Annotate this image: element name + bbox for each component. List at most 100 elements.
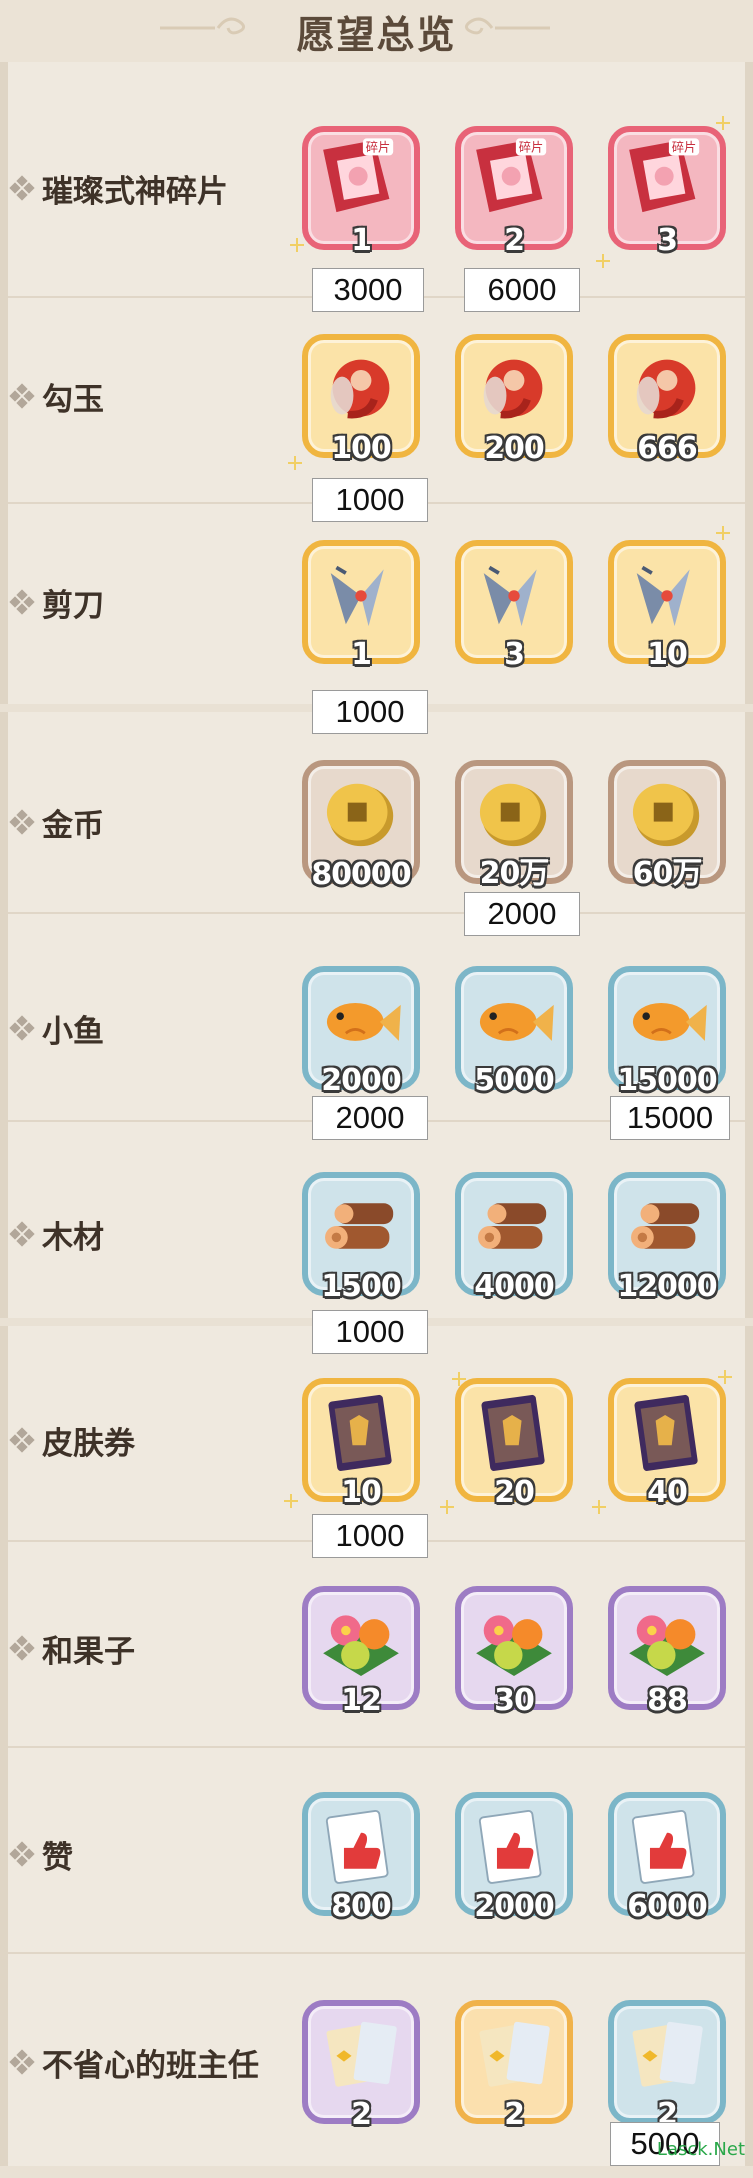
wish-option-tile[interactable]: 40 xyxy=(608,1378,726,1510)
shard-card-icon: 碎片 xyxy=(323,138,394,213)
diamond-bullet-icon xyxy=(9,1221,35,1247)
wish-option-tile[interactable]: 2000 xyxy=(455,1792,573,1924)
like-card-icon xyxy=(325,1809,389,1884)
scissors-icon xyxy=(636,565,690,627)
wish-option-tile[interactable]: 60万 xyxy=(608,760,726,891)
magatama-icon xyxy=(483,359,543,419)
wood-icon xyxy=(325,1203,394,1249)
tile-count: 12000 xyxy=(617,1269,717,1304)
shard-card-icon: 碎片 xyxy=(476,138,547,213)
tile-count: 6000 xyxy=(627,1889,708,1924)
note-box: 1000 xyxy=(312,690,428,734)
wish-option-tile[interactable]: 碎片 2 xyxy=(455,126,573,258)
wish-row: 剪刀 1 3 10 xyxy=(0,502,753,718)
wish-option-tile[interactable]: 10 xyxy=(302,1378,420,1510)
like-card-icon xyxy=(478,1809,542,1884)
wish-option-tile[interactable]: 20万 xyxy=(455,760,573,891)
wish-option-tile[interactable]: 12000 xyxy=(608,1172,726,1304)
wish-option-tile[interactable]: 6000 xyxy=(608,1792,726,1924)
tile-count: 666 xyxy=(637,431,698,466)
note-box: 3000 xyxy=(312,268,424,312)
tile-count: 80000 xyxy=(311,857,411,892)
tile-count: 200 xyxy=(484,431,545,466)
like-card-icon xyxy=(631,1809,695,1884)
diamond-bullet-icon xyxy=(9,175,35,201)
wish-option-tile[interactable]: 20 xyxy=(455,1378,573,1510)
watermark: Lasck.Net xyxy=(656,2139,745,2160)
sparkle-icon xyxy=(440,1500,454,1514)
wish-option-tile[interactable]: 88 xyxy=(608,1586,726,1718)
note-box: 1000 xyxy=(312,1514,428,1558)
magatama-icon xyxy=(636,359,696,419)
scissors-icon xyxy=(330,565,384,627)
row-label: 赞 xyxy=(9,1834,73,1876)
wood-icon xyxy=(631,1203,700,1249)
row-label: 皮肤券 xyxy=(9,1420,135,1462)
wish-option-tile[interactable]: 15000 xyxy=(608,966,726,1098)
row-label: 和果子 xyxy=(9,1628,135,1670)
note-box: 2000 xyxy=(312,1096,428,1140)
sparkle-icon xyxy=(716,116,730,130)
sparkle-icon xyxy=(288,456,302,470)
wish-option-tile[interactable]: 4000 xyxy=(455,1172,573,1304)
wish-option-tile[interactable]: 2 xyxy=(455,2000,573,2132)
diamond-bullet-icon xyxy=(9,1635,35,1661)
wagashi-icon xyxy=(323,1615,399,1676)
wish-option-tile[interactable]: 1 xyxy=(302,540,420,672)
tile-count: 10 xyxy=(341,1475,382,1510)
tile-count: 2000 xyxy=(474,1889,555,1924)
wish-option-tile[interactable]: 5000 xyxy=(455,966,573,1098)
row-label-text: 不省心的班主任 xyxy=(42,2047,259,2084)
note-box: 1000 xyxy=(312,1310,428,1354)
tile-count: 10 xyxy=(647,637,688,672)
magatama-icon xyxy=(330,359,390,419)
row-label-text: 剪刀 xyxy=(42,587,104,624)
tile-count: 4000 xyxy=(474,1269,555,1304)
wish-option-tile[interactable]: 1500 xyxy=(302,1172,420,1304)
fish-icon xyxy=(632,1002,707,1041)
row-label-text: 皮肤券 xyxy=(42,1425,135,1462)
skin-ticket-icon xyxy=(634,1394,698,1471)
row-divider xyxy=(8,1952,745,1954)
tile-count: 2 xyxy=(351,2097,372,2132)
wish-option-tile[interactable]: 碎片 3 xyxy=(608,126,726,258)
wish-option-tile[interactable]: 666 xyxy=(608,334,726,466)
wish-option-tile[interactable]: 10 xyxy=(608,540,726,672)
wish-option-tile[interactable]: 3 xyxy=(455,540,573,672)
sparkle-icon xyxy=(452,1372,466,1386)
wagashi-icon xyxy=(476,1615,552,1676)
row-label: 不省心的班主任 xyxy=(9,2042,259,2084)
row-label: 金币 xyxy=(9,802,104,844)
row-label-text: 勾玉 xyxy=(42,381,104,418)
tile-count: 3 xyxy=(504,637,525,672)
wish-option-tile[interactable]: 100 xyxy=(302,334,420,466)
row-label-text: 和果子 xyxy=(42,1633,135,1670)
wish-option-tile[interactable]: 2000 xyxy=(302,966,420,1098)
tile-count: 12 xyxy=(341,1683,382,1718)
header-ornament-left xyxy=(160,17,245,35)
row-label-text: 木材 xyxy=(42,1219,104,1256)
tile-count: 30 xyxy=(494,1683,535,1718)
wish-option-tile[interactable]: 80000 xyxy=(302,760,420,892)
sparkle-icon xyxy=(718,1370,732,1384)
tile-count: 15000 xyxy=(617,1063,717,1098)
wish-option-tile[interactable]: 碎片 1 xyxy=(302,126,420,258)
tile-count: 1 xyxy=(351,223,372,258)
wish-option-tile[interactable]: 800 xyxy=(302,1792,420,1924)
row-divider xyxy=(8,912,745,914)
tile-count: 5000 xyxy=(474,1063,555,1098)
wish-overview-header: 愿望总览 xyxy=(0,0,753,62)
wish-option-tile[interactable]: 2 xyxy=(608,2000,726,2132)
tile-count: 40 xyxy=(647,1475,688,1510)
tile-count: 60万 xyxy=(632,856,703,891)
note-box: 6000 xyxy=(464,268,580,312)
wish-option-tile[interactable]: 2 xyxy=(302,2000,420,2132)
scissors-icon xyxy=(483,565,537,627)
sparkle-icon xyxy=(596,254,610,268)
wish-option-tile[interactable]: 30 xyxy=(455,1586,573,1718)
wish-option-tile[interactable]: 12 xyxy=(302,1586,420,1718)
row-label: 璀璨式神碎片 xyxy=(9,168,228,210)
svg-text:碎片: 碎片 xyxy=(366,140,391,155)
svg-text:碎片: 碎片 xyxy=(672,140,697,155)
wish-option-tile[interactable]: 200 xyxy=(455,334,573,466)
